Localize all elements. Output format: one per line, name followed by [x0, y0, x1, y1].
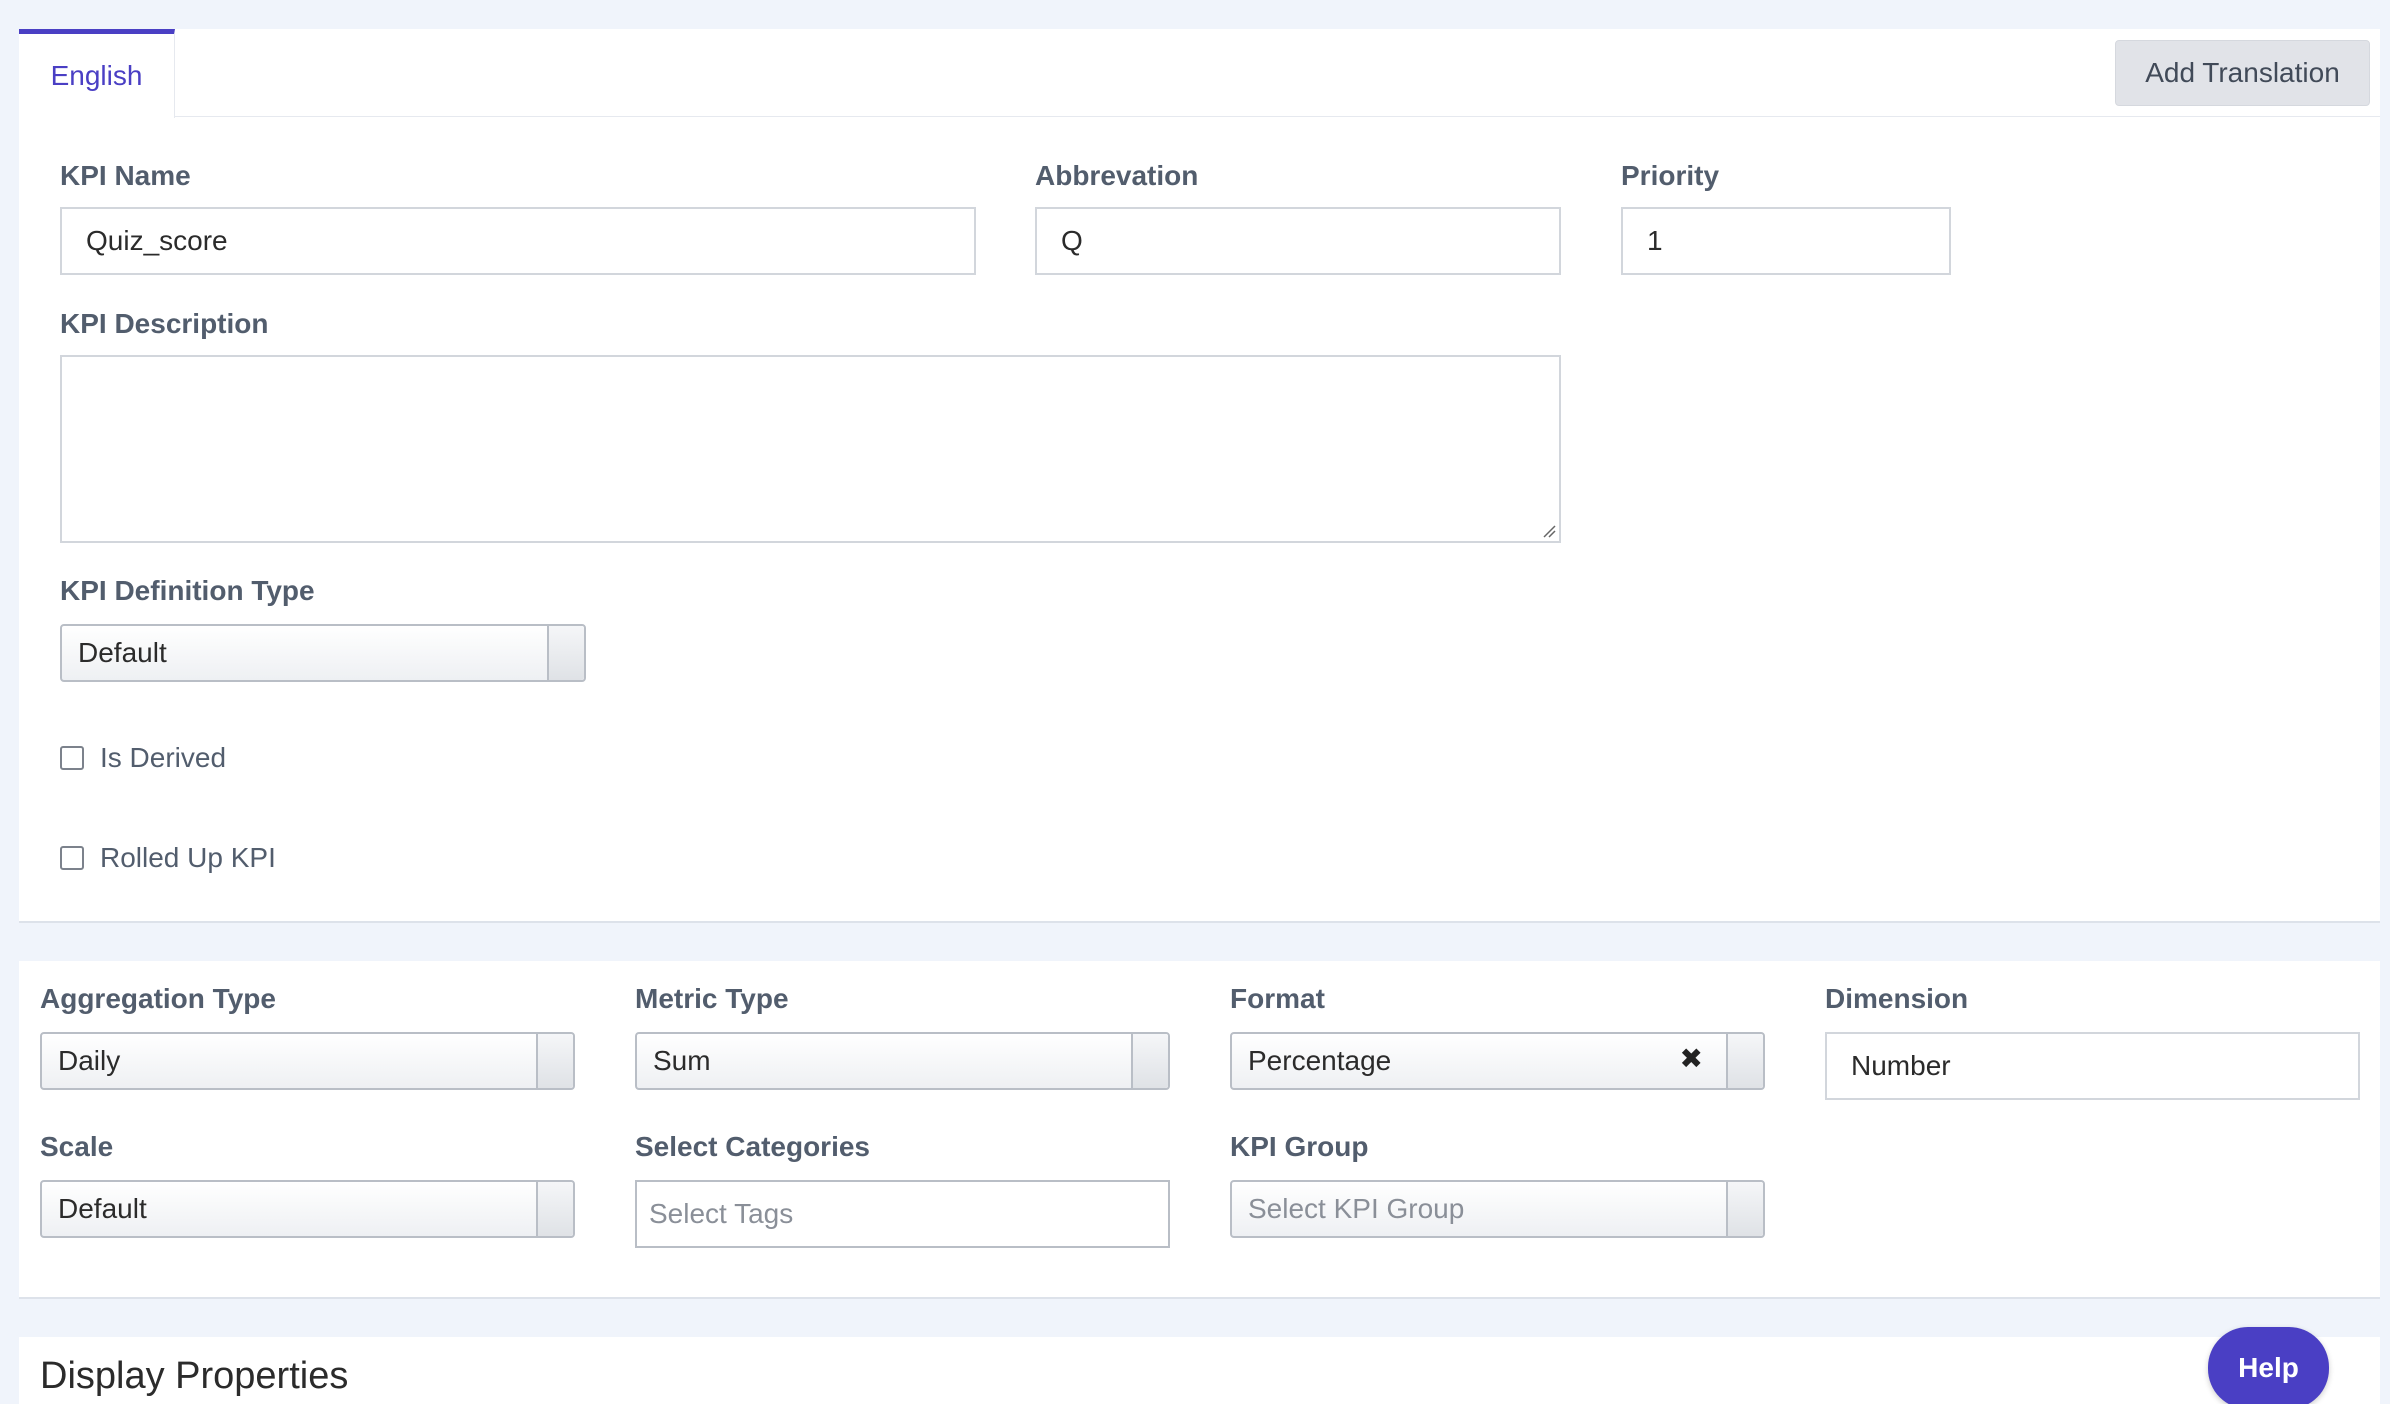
display-properties-card: Display Properties: [19, 1337, 2380, 1404]
kpi-name-input[interactable]: Quiz_score: [60, 207, 976, 275]
aggregation-type-label: Aggregation Type: [40, 983, 276, 1014]
priority-label: Priority: [1621, 160, 1720, 191]
dropdown-arrow-icon[interactable]: [547, 626, 584, 680]
kpi-definition-type-select[interactable]: Default: [60, 624, 586, 682]
kpi-description-label: KPI Description: [60, 308, 269, 339]
clear-selection-icon[interactable]: ✖: [1680, 1042, 1703, 1075]
kpi-name-label: KPI Name: [60, 160, 191, 191]
dropdown-arrow-icon[interactable]: [536, 1182, 573, 1236]
select-categories-label: Select Categories: [635, 1131, 870, 1162]
scale-label: Scale: [40, 1131, 114, 1162]
kpi-definition-type-label: KPI Definition Type: [60, 575, 315, 606]
kpi-group-placeholder: Select KPI Group: [1248, 1193, 1465, 1224]
select-categories-input[interactable]: Select Tags: [635, 1180, 1170, 1248]
kpi-group-label: KPI Group: [1230, 1131, 1369, 1162]
aggregation-type-select[interactable]: Daily: [40, 1032, 575, 1090]
display-properties-title: Display Properties: [40, 1355, 349, 1397]
format-value: Percentage: [1248, 1045, 1392, 1076]
priority-input[interactable]: 1: [1621, 207, 1951, 275]
help-button[interactable]: Help: [2208, 1327, 2329, 1404]
kpi-definition-type-value: Default: [78, 637, 167, 668]
translation-tab-bar: English Add Translation: [19, 29, 2380, 118]
scale-value: Default: [58, 1193, 147, 1224]
abbreviation-label: Abbrevation: [1035, 160, 1199, 191]
metric-type-select[interactable]: Sum: [635, 1032, 1170, 1090]
scale-select[interactable]: Default: [40, 1180, 575, 1238]
kpi-definition-card: English Add Translation KPI Name Quiz_sc…: [19, 29, 2380, 923]
resize-grip-icon[interactable]: [1542, 524, 1556, 538]
format-select[interactable]: Percentage ✖: [1230, 1032, 1765, 1090]
aggregation-type-value: Daily: [58, 1045, 121, 1076]
is-derived-row[interactable]: Is Derived: [60, 742, 226, 774]
dimension-label: Dimension: [1825, 983, 1969, 1014]
dropdown-arrow-icon[interactable]: [1726, 1034, 1763, 1088]
rolled-up-kpi-row[interactable]: Rolled Up KPI: [60, 842, 276, 874]
dropdown-arrow-icon[interactable]: [536, 1034, 573, 1088]
dropdown-arrow-icon[interactable]: [1726, 1182, 1763, 1236]
rolled-up-kpi-label: Rolled Up KPI: [100, 842, 276, 873]
rolled-up-kpi-checkbox[interactable]: [60, 846, 84, 870]
metric-type-label: Metric Type: [635, 983, 789, 1014]
kpi-description-textarea[interactable]: [60, 355, 1561, 543]
select-tags-placeholder: Select Tags: [649, 1198, 794, 1229]
dimension-input[interactable]: Number: [1825, 1032, 2360, 1100]
kpi-metrics-card: Aggregation Type Daily Metric Type Sum F…: [19, 961, 2380, 1299]
kpi-group-select[interactable]: Select KPI Group: [1230, 1180, 1765, 1238]
is-derived-checkbox[interactable]: [60, 746, 84, 770]
dropdown-arrow-icon[interactable]: [1131, 1034, 1168, 1088]
add-translation-button[interactable]: Add Translation: [2115, 40, 2370, 106]
abbreviation-input[interactable]: Q: [1035, 207, 1561, 275]
format-label: Format: [1230, 983, 1325, 1014]
tab-english[interactable]: English: [19, 29, 175, 118]
metric-type-value: Sum: [653, 1045, 711, 1076]
is-derived-label: Is Derived: [100, 742, 227, 773]
